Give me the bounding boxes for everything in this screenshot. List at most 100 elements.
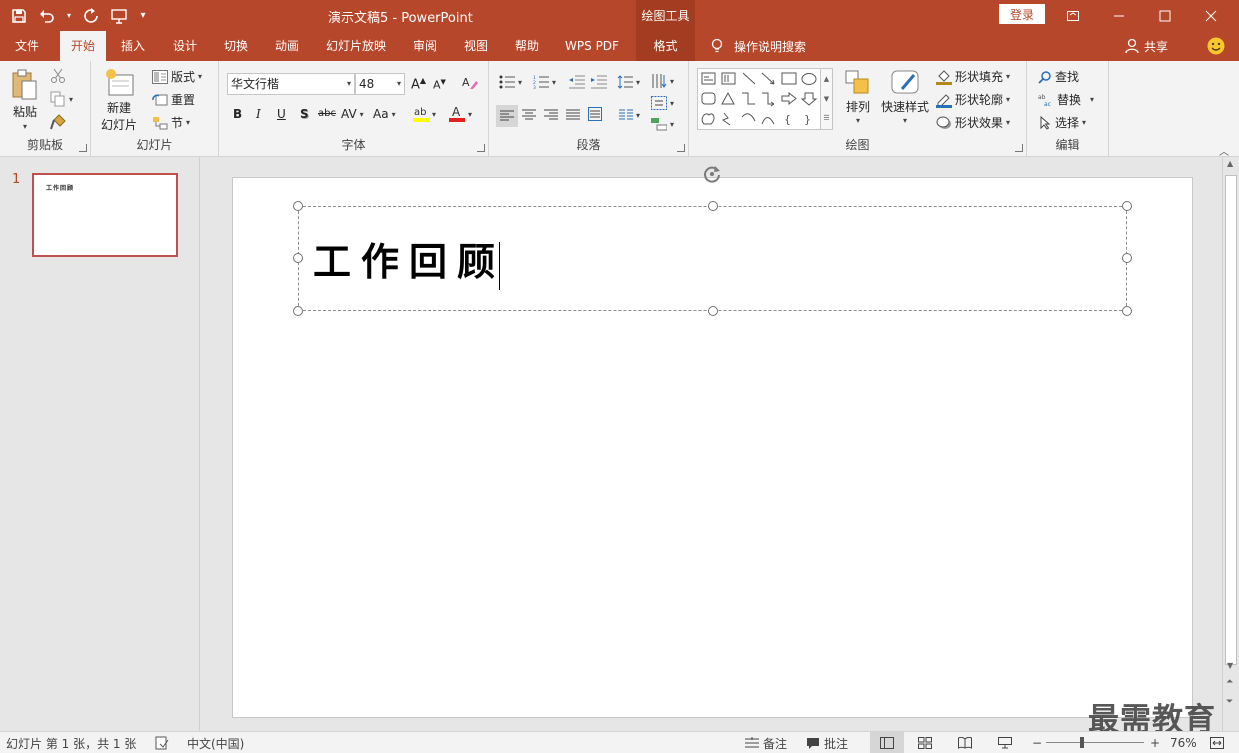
resize-handle-top-left[interactable] (293, 201, 303, 211)
shape-fill-button[interactable]: 形状填充 ▾ (936, 68, 1010, 85)
tab-slideshow[interactable]: 幻灯片放映 (318, 31, 394, 61)
columns-button[interactable]: ▾ (619, 109, 640, 121)
tab-home[interactable]: 开始 (60, 31, 106, 61)
resize-handle-top-right[interactable] (1122, 201, 1132, 211)
resize-handle-bottom-right[interactable] (1122, 306, 1132, 316)
increase-font-size-button[interactable]: A▲ (411, 76, 426, 92)
line-spacing-button[interactable]: ▾ (617, 75, 640, 89)
tab-insert[interactable]: 插入 (110, 31, 156, 61)
rotate-handle-icon[interactable] (701, 163, 723, 185)
shapes-gallery-scroll[interactable]: ▲ ▼ ☰ (820, 69, 832, 129)
comments-button[interactable]: 批注 (806, 732, 848, 753)
bold-button[interactable]: B (233, 107, 242, 121)
convert-to-smartart-button[interactable]: ▾ (651, 117, 674, 131)
layout-button[interactable]: 版式 ▾ (152, 68, 202, 85)
tab-wps-pdf[interactable]: WPS PDF (558, 31, 626, 61)
feedback-smiley-icon[interactable] (1207, 37, 1225, 55)
strikethrough-button[interactable]: abc (318, 108, 336, 119)
close-button[interactable] (1188, 0, 1234, 31)
copy-button[interactable]: ▾ (50, 91, 73, 107)
language-status[interactable]: 中文(中国) (187, 732, 244, 753)
clipboard-dialog-launcher[interactable] (79, 144, 87, 152)
justify-button[interactable] (566, 109, 580, 121)
drawing-dialog-launcher[interactable] (1015, 144, 1023, 152)
slide-sorter-button[interactable] (918, 732, 932, 753)
minimize-button[interactable] (1096, 0, 1142, 31)
replace-button[interactable]: ab ac 替换 ▾ (1038, 91, 1094, 108)
bullets-button[interactable]: ▾ (499, 75, 522, 89)
share-button[interactable]: 共享 (1124, 31, 1168, 61)
reading-view-button[interactable] (958, 732, 972, 753)
zoom-slider-knob[interactable] (1080, 737, 1084, 748)
tab-animations[interactable]: 动画 (264, 31, 310, 61)
resize-handle-bottom-left[interactable] (293, 306, 303, 316)
format-painter-button[interactable] (50, 114, 66, 130)
highlight-color-button[interactable]: ab ▾ (413, 105, 436, 123)
maximize-button[interactable] (1142, 0, 1188, 31)
paragraph-dialog-launcher[interactable] (677, 144, 685, 152)
align-center-button[interactable] (522, 109, 536, 121)
font-color-button[interactable]: A ▾ (449, 105, 472, 123)
decrease-font-size-button[interactable]: A▼ (433, 78, 446, 92)
paste-button[interactable]: 粘贴 ▾ (10, 69, 40, 131)
tell-me-search[interactable]: 操作说明搜索 (710, 31, 806, 61)
undo-button[interactable] (36, 5, 58, 27)
increase-indent-button[interactable] (591, 75, 607, 89)
collapse-ribbon-button[interactable]: ︿ (1219, 143, 1229, 158)
tab-design[interactable]: 设计 (162, 31, 208, 61)
zoom-level[interactable]: 76% (1170, 732, 1197, 753)
ribbon-display-options-button[interactable] (1050, 0, 1096, 31)
align-left-button[interactable] (496, 105, 518, 127)
start-from-beginning-button[interactable] (108, 5, 130, 27)
customize-qat-button[interactable]: ▾ (136, 5, 150, 27)
slideshow-view-button[interactable] (998, 732, 1012, 753)
font-size-combo[interactable]: 48 ▾ (355, 73, 405, 95)
resize-handle-left[interactable] (293, 253, 303, 263)
slide-canvas[interactable]: 工作回顾 (232, 166, 1193, 718)
notes-button[interactable]: 备注 (745, 732, 787, 753)
arrange-button[interactable]: 排列 ▾ (844, 69, 872, 125)
resize-handle-bottom[interactable] (708, 306, 718, 316)
zoom-slider-track[interactable] (1046, 742, 1144, 743)
fit-to-window-button[interactable] (1210, 732, 1224, 753)
scroll-up-icon[interactable]: ▲ (1227, 159, 1233, 168)
distributed-button[interactable] (588, 107, 602, 121)
text-direction-button[interactable]: ▾ (651, 73, 674, 89)
next-slide-icon[interactable]: ⏷ (1226, 697, 1233, 707)
shape-effects-button[interactable]: 形状效果 ▾ (936, 114, 1010, 131)
find-button[interactable]: 查找 (1038, 68, 1079, 85)
quick-styles-button[interactable]: 快速样式 ▾ (881, 69, 929, 125)
tab-file[interactable]: 文件 (0, 31, 54, 61)
scrollbar-thumb[interactable] (1225, 175, 1237, 665)
zoom-in-button[interactable]: + (1150, 732, 1160, 753)
select-button[interactable]: 选择 ▾ (1038, 114, 1086, 131)
tab-transitions[interactable]: 切换 (213, 31, 259, 61)
spell-check-button[interactable] (155, 732, 169, 753)
italic-button[interactable]: I (256, 107, 261, 121)
numbering-button[interactable]: 123 ▾ (533, 75, 556, 89)
new-slide-button[interactable]: 新建 幻灯片 (101, 67, 137, 133)
tab-view[interactable]: 视图 (453, 31, 499, 61)
reset-button[interactable]: 重置 (152, 91, 195, 108)
resize-handle-right[interactable] (1122, 253, 1132, 263)
shape-outline-button[interactable]: 形状轮廓 ▾ (936, 91, 1010, 108)
normal-view-button[interactable] (870, 732, 904, 753)
tab-review[interactable]: 审阅 (402, 31, 448, 61)
vertical-scrollbar[interactable]: ▲ ▼ ⏶ ⏷ (1222, 157, 1239, 731)
clear-formatting-button[interactable]: A (462, 75, 478, 91)
slide-thumbnail[interactable]: 工作回顾 (32, 173, 178, 257)
redo-button[interactable] (80, 5, 102, 27)
tab-format[interactable]: 格式 (636, 31, 695, 61)
cut-button[interactable] (50, 68, 66, 84)
underline-button[interactable]: U (277, 107, 286, 121)
align-text-button[interactable]: ▾ (651, 96, 674, 110)
tab-help[interactable]: 帮助 (504, 31, 550, 61)
character-spacing-button[interactable]: AV ▾ (341, 107, 364, 121)
decrease-indent-button[interactable] (569, 75, 585, 89)
section-button[interactable]: 节 ▾ (152, 114, 190, 131)
change-case-button[interactable]: Aa ▾ (373, 107, 396, 121)
zoom-out-button[interactable]: − (1032, 732, 1042, 753)
previous-slide-icon[interactable]: ⏶ (1226, 677, 1233, 687)
scroll-down-icon[interactable]: ▼ (1227, 661, 1233, 670)
font-dialog-launcher[interactable] (477, 144, 485, 152)
